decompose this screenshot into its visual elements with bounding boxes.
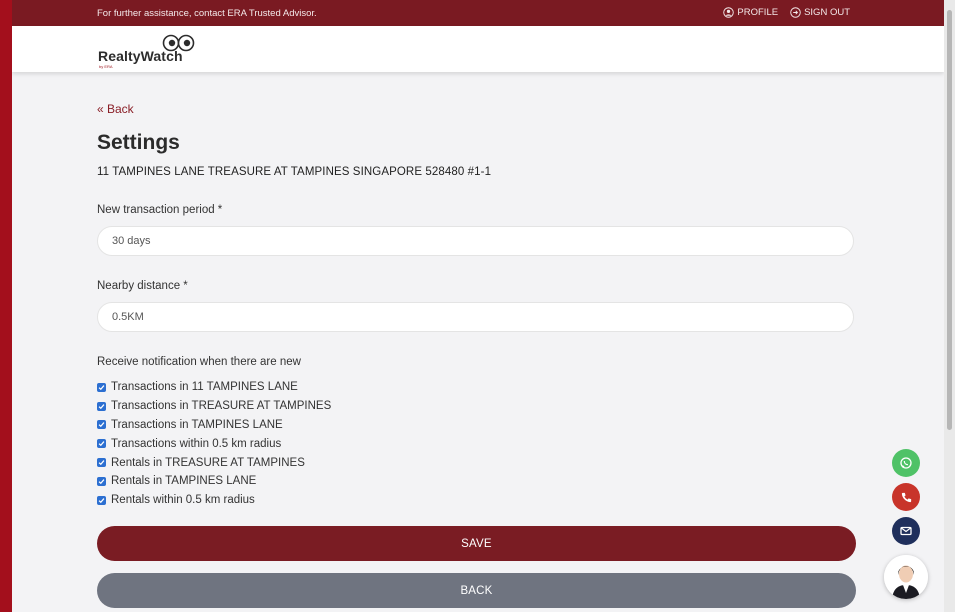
back-button[interactable]: BACK xyxy=(97,573,856,608)
notification-heading: Receive notification when there are new xyxy=(97,356,301,368)
transaction-period-select[interactable]: 30 days xyxy=(97,226,854,256)
advisor-portrait-icon xyxy=(884,555,928,599)
notification-label: Rentals in TAMPINES LANE xyxy=(111,475,257,488)
checkbox-checked-icon[interactable] xyxy=(97,401,106,411)
checkbox-checked-icon[interactable] xyxy=(97,420,106,430)
sign-out-label: SIGN OUT xyxy=(804,7,850,18)
notification-checkbox[interactable]: Rentals in TAMPINES LANE xyxy=(97,472,331,491)
back-link[interactable]: « Back xyxy=(97,102,134,116)
notification-label: Transactions within 0.5 km radius xyxy=(111,437,282,450)
whatsapp-button[interactable] xyxy=(892,449,920,477)
notification-label: Transactions in 11 TAMPINES LANE xyxy=(111,381,298,394)
notification-checkbox[interactable]: Transactions in TREASURE AT TAMPINES xyxy=(97,397,331,416)
assistance-text: For further assistance, contact ERA Trus… xyxy=(97,8,317,19)
realtywatch-logo[interactable]: RealtyWatch by ERA xyxy=(98,33,208,69)
notification-label: Transactions in TAMPINES LANE xyxy=(111,418,283,431)
checkbox-checked-icon[interactable] xyxy=(97,495,106,505)
checkbox-checked-icon[interactable] xyxy=(97,382,106,392)
scrollbar-thumb[interactable] xyxy=(947,10,952,430)
nearby-distance-label: Nearby distance * xyxy=(97,280,188,292)
notification-label: Rentals within 0.5 km radius xyxy=(111,494,255,507)
notification-checklist: Transactions in 11 TAMPINES LANE Transac… xyxy=(97,378,331,510)
browser-frame xyxy=(0,0,12,612)
property-address: 11 TAMPINES LANE TREASURE AT TAMPINES SI… xyxy=(97,166,492,178)
page-scrollbar[interactable] xyxy=(944,0,955,612)
call-button[interactable] xyxy=(892,483,920,511)
transaction-period-value: 30 days xyxy=(112,235,151,247)
notification-checkbox[interactable]: Transactions within 0.5 km radius xyxy=(97,434,331,453)
transaction-period-label: New transaction period * xyxy=(97,204,223,216)
save-button[interactable]: SAVE xyxy=(97,526,856,561)
site-header: RealtyWatch by ERA xyxy=(12,26,944,72)
top-bar: For further assistance, contact ERA Trus… xyxy=(12,0,944,26)
account-links: PROFILE SIGN OUT xyxy=(723,7,850,18)
whatsapp-icon xyxy=(900,457,912,469)
sign-out-link[interactable]: SIGN OUT xyxy=(790,7,850,18)
mail-icon xyxy=(900,526,912,536)
checkbox-checked-icon[interactable] xyxy=(97,476,106,486)
advisor-avatar[interactable] xyxy=(884,555,928,599)
email-button[interactable] xyxy=(892,517,920,545)
logo-subtext: by ERA xyxy=(99,64,113,69)
logo-wordmark: RealtyWatch xyxy=(98,48,183,64)
user-circle-icon xyxy=(723,7,735,18)
notification-label: Rentals in TREASURE AT TAMPINES xyxy=(111,456,305,469)
checkbox-checked-icon[interactable] xyxy=(97,439,106,449)
nearby-distance-value: 0.5KM xyxy=(112,311,144,323)
sign-out-icon xyxy=(790,7,801,18)
notification-checkbox[interactable]: Rentals within 0.5 km radius xyxy=(97,491,331,510)
profile-label: PROFILE xyxy=(737,7,779,18)
notification-checkbox[interactable]: Transactions in TAMPINES LANE xyxy=(97,416,331,435)
nearby-distance-select[interactable]: 0.5KM xyxy=(97,302,854,332)
notification-checkbox[interactable]: Rentals in TREASURE AT TAMPINES xyxy=(97,453,331,472)
page-title: Settings xyxy=(97,131,180,154)
notification-checkbox[interactable]: Transactions in 11 TAMPINES LANE xyxy=(97,378,331,397)
checkbox-checked-icon[interactable] xyxy=(97,458,106,468)
notification-label: Transactions in TREASURE AT TAMPINES xyxy=(111,400,332,413)
phone-icon xyxy=(901,492,911,502)
profile-link[interactable]: PROFILE xyxy=(723,7,778,18)
page: For further assistance, contact ERA Trus… xyxy=(12,0,944,612)
